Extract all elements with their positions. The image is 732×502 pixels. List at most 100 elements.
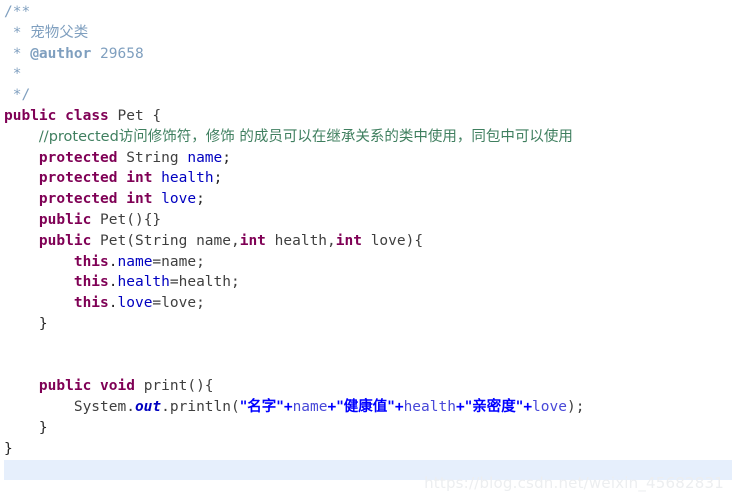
method-name-print: print(){ (134, 378, 214, 395)
javadoc-author-value: 29658 (91, 45, 144, 62)
code-line-default-constructor[interactable]: public Pet(){} (4, 210, 732, 231)
keyword-protected: protected (38, 191, 118, 208)
code-line-blank[interactable] (4, 335, 732, 356)
dot: . (108, 253, 118, 270)
concat-operator: + (455, 399, 465, 416)
var-name: name (292, 399, 328, 416)
string-literal-name-label: "名字" (239, 399, 284, 416)
javadoc-open: /** (4, 4, 31, 20)
field-love: love (117, 295, 153, 312)
type-string: String (117, 149, 188, 166)
code-line-assign-name[interactable]: this.name=name; (4, 252, 732, 273)
code-editor-canvas[interactable]: /** * 宠物父类 * @author 29658 * */ public c… (0, 0, 732, 502)
closing-brace: } (4, 315, 48, 332)
code-line[interactable]: * @author 29658 (4, 44, 732, 65)
code-line-class-decl[interactable]: public class Pet { (4, 106, 732, 127)
constructor-params-c: love){ (361, 232, 424, 249)
code-line-method-print[interactable]: public void print(){ (4, 376, 732, 397)
javadoc-author-tag: @author (30, 45, 92, 62)
closing-brace: } (4, 419, 48, 436)
method-println: .println( (161, 399, 240, 416)
keyword-this: this (73, 295, 109, 312)
javadoc-star: * (4, 45, 31, 62)
code-line-constructor-signature[interactable]: public Pet(String name,int health,int lo… (4, 231, 732, 252)
code-line[interactable]: /** (4, 2, 732, 23)
code-line[interactable]: * (4, 64, 732, 85)
concat-operator: + (283, 399, 293, 416)
code-line-comment[interactable]: //protected访问修饰符，修饰 的成员可以在继承关系的类中使用，同包中可… (4, 127, 732, 148)
code-line-println[interactable]: System.out.println("名字"+name+"健康值"+healt… (4, 397, 732, 418)
semicolon: ; (213, 170, 223, 187)
keyword-int: int (335, 232, 362, 249)
field-name: name (187, 149, 223, 166)
code-line-assign-health[interactable]: this.health=health; (4, 272, 732, 293)
keyword-public: public (38, 378, 92, 395)
code-line[interactable]: */ (4, 85, 732, 106)
code-line-class-close[interactable]: } (4, 439, 732, 460)
concat-operator: + (327, 399, 337, 416)
keyword-protected: protected (38, 149, 118, 166)
keyword-int: int (239, 232, 266, 249)
static-field-out: out (134, 399, 162, 416)
string-literal-love-label: "亲密度" (464, 399, 524, 416)
code-content[interactable]: /** * 宠物父类 * @author 29658 * */ public c… (0, 2, 732, 481)
keyword-void: void (100, 378, 135, 395)
closing-brace: } (4, 440, 13, 457)
keyword-protected: protected (38, 170, 118, 187)
field-name: name (117, 253, 153, 270)
var-health: health (403, 399, 456, 416)
assignment-love: =love; (152, 295, 205, 312)
keyword-this: this (73, 274, 109, 291)
keyword-int: int (126, 170, 153, 187)
type-system: System. (73, 399, 135, 416)
field-health: health (117, 274, 170, 291)
field-health: health (161, 170, 214, 187)
code-line[interactable]: * 宠物父类 (4, 23, 732, 44)
line-comment-protected-note: //protected访问修饰符，修饰 的成员可以在继承关系的类中使用，同包中可… (38, 128, 573, 145)
keyword-public: public (4, 107, 57, 124)
keyword-public: public (38, 211, 92, 228)
assignment-health: =health; (169, 274, 240, 291)
keyword-this: this (73, 253, 109, 270)
javadoc-star: * (4, 24, 31, 41)
concat-operator: + (394, 399, 404, 416)
assignment-name: =name; (152, 253, 205, 270)
statement-tail: ); (566, 399, 585, 416)
constructor-params-b: health, (265, 232, 336, 249)
javadoc-close: */ (4, 87, 31, 104)
concat-operator: + (523, 399, 533, 416)
code-line-field-love[interactable]: protected int love; (4, 189, 732, 210)
code-line-method-close[interactable]: } (4, 418, 732, 439)
class-name-pet: Pet { (108, 107, 162, 124)
keyword-class: class (65, 107, 109, 124)
code-line-constructor-close[interactable]: } (4, 314, 732, 335)
dot: . (108, 274, 118, 291)
field-love: love (161, 191, 197, 208)
code-line-field-name[interactable]: protected String name; (4, 148, 732, 169)
javadoc-star: * (4, 66, 22, 83)
constructor-pet-noargs: Pet(){} (91, 211, 162, 228)
code-line-field-health[interactable]: protected int health; (4, 168, 732, 189)
keyword-public: public (38, 232, 92, 249)
keyword-int: int (126, 191, 153, 208)
semicolon: ; (222, 149, 231, 166)
code-line-assign-love[interactable]: this.love=love; (4, 293, 732, 314)
code-line-blank[interactable] (4, 356, 732, 377)
semicolon: ; (196, 191, 205, 208)
var-love: love (532, 399, 567, 416)
javadoc-description: 宠物父类 (30, 24, 89, 41)
csdn-watermark: https://blog.csdn.net/weixin_45682831 (424, 474, 724, 492)
